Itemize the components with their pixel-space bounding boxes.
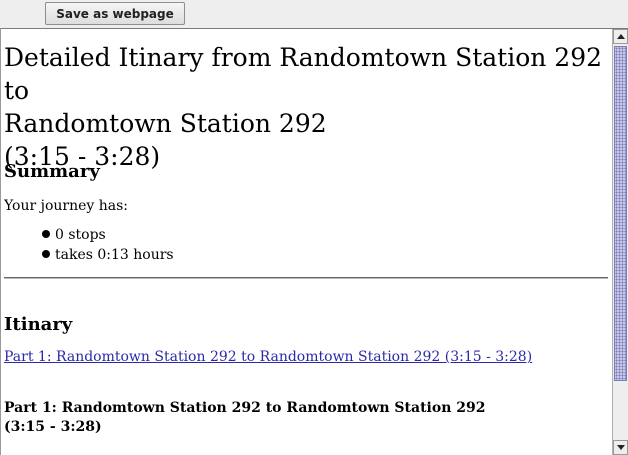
- part-1-link[interactable]: Part 1: Randomtown Station 292 to Random…: [4, 349, 532, 365]
- summary-heading: Summary: [4, 161, 100, 182]
- list-item: 0 stops: [42, 225, 174, 245]
- itinerary-viewer: Detailed Itinary from Randomtown Station…: [0, 28, 628, 455]
- stops-count: 0 stops: [55, 227, 106, 243]
- scroll-up-button[interactable]: [613, 29, 628, 44]
- title-line-1: Detailed Itinary from Randomtown Station…: [4, 43, 603, 105]
- part-1-heading: Part 1: Randomtown Station 292 to Random…: [4, 400, 486, 416]
- toolbar: Save as webpage: [0, 0, 628, 28]
- itinerary-heading: Itinary: [4, 314, 73, 335]
- itinerary-document: Detailed Itinary from Randomtown Station…: [4, 29, 610, 455]
- bullet-icon: [42, 250, 50, 258]
- scroll-thumb[interactable]: [614, 46, 627, 381]
- list-item: takes 0:13 hours: [42, 245, 174, 265]
- title-line-2: Randomtown Station 292: [4, 109, 327, 138]
- summary-intro: Your journey has:: [4, 198, 129, 214]
- part-1-time: (3:15 - 3:28): [4, 419, 102, 435]
- bullet-icon: [42, 230, 50, 238]
- summary-list: 0 stops takes 0:13 hours: [42, 225, 174, 265]
- page-title: Detailed Itinary from Randomtown Station…: [4, 41, 610, 173]
- vertical-scrollbar[interactable]: [612, 29, 628, 455]
- scroll-down-button[interactable]: [613, 440, 628, 455]
- arrow-down-icon: [616, 445, 625, 450]
- arrow-up-icon: [616, 34, 625, 39]
- journey-duration: takes 0:13 hours: [55, 247, 174, 263]
- save-as-webpage-button[interactable]: Save as webpage: [45, 2, 185, 25]
- section-divider: [4, 277, 608, 279]
